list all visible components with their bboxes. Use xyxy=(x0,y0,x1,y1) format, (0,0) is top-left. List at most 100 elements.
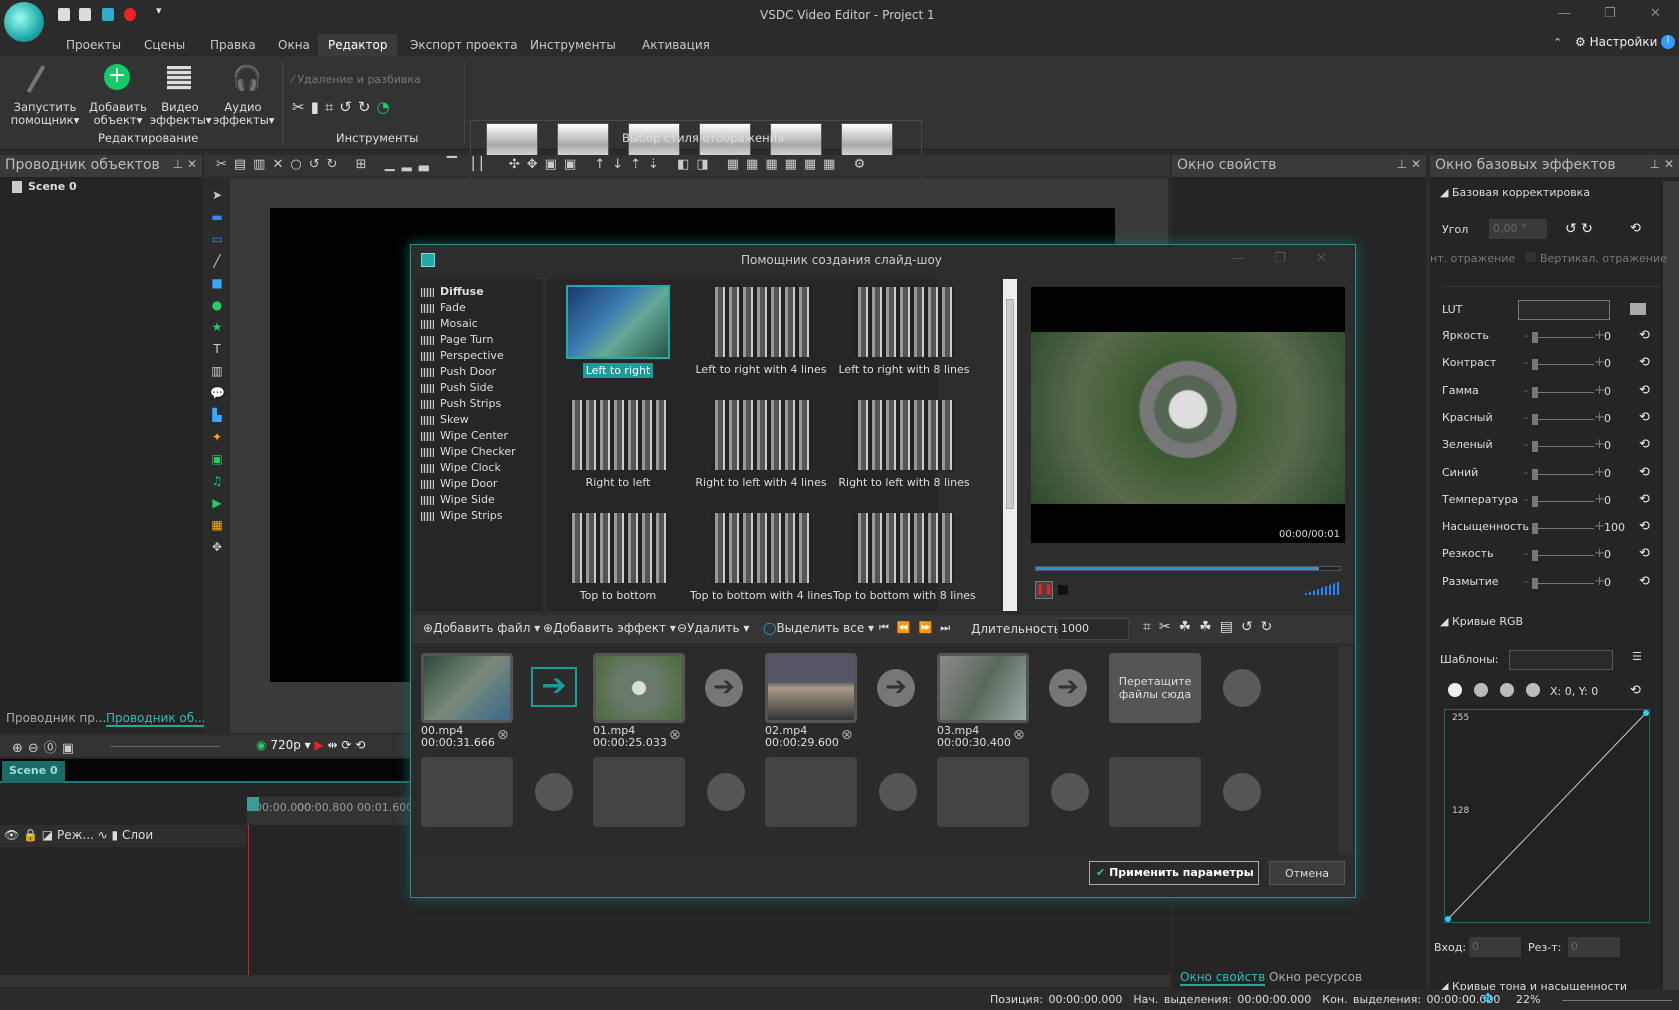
maximize-button[interactable]: ❐ xyxy=(1604,6,1616,21)
tools-icons[interactable]: ✂▮⌗↺↻◔ xyxy=(292,98,396,116)
cut-split-button[interactable]: ⁄ Удаление и разбивка xyxy=(292,73,421,86)
slider-handle[interactable] xyxy=(1532,577,1538,589)
save-icon[interactable] xyxy=(102,8,114,21)
menu-tab[interactable]: Правка xyxy=(200,34,266,56)
select-all-button[interactable]: ◯Выделить все ▾ xyxy=(763,621,874,635)
reset-angle-icon[interactable]: ⟲ xyxy=(1630,221,1641,236)
reset-icon[interactable]: ⟲ xyxy=(1639,465,1650,480)
effects-scrollbar[interactable] xyxy=(1663,181,1679,991)
scene-tab[interactable]: Scene 0 xyxy=(2,761,65,783)
add-object-button[interactable]: Добавить объект▾ xyxy=(88,101,148,127)
menu-tab[interactable]: Окна xyxy=(268,34,320,56)
tree-item-scene[interactable]: Scene 0 xyxy=(12,180,77,193)
slider-handle[interactable] xyxy=(1532,523,1538,535)
curve-channel-red[interactable] xyxy=(1474,683,1488,697)
transition-item[interactable]: Wipe Side xyxy=(421,493,495,509)
curve-channel-rgb[interactable] xyxy=(1448,683,1462,697)
curve-point[interactable] xyxy=(1643,710,1649,716)
pin-close-icons[interactable]: ⊥ ✕ xyxy=(1397,157,1421,171)
slider-handle[interactable] xyxy=(1532,413,1538,425)
empty-clip-slot[interactable] xyxy=(1109,757,1201,827)
transition-item[interactable]: Wipe Clock xyxy=(421,461,501,477)
tab-resources[interactable]: Окно ресурсов xyxy=(1269,970,1362,984)
transition-selected-arrow-icon[interactable]: ➔ xyxy=(531,667,577,707)
effect-grid-scrollbar[interactable] xyxy=(1003,279,1017,611)
tab-project-explorer[interactable]: Проводник пр... xyxy=(6,711,106,725)
slider-handle[interactable] xyxy=(1532,495,1538,507)
rotate-right-icon[interactable]: ↻ xyxy=(358,98,377,116)
input-field[interactable]: 0 xyxy=(1469,937,1521,957)
zoom-controls[interactable]: ⊕⊖⓪▣ xyxy=(12,737,79,756)
curve-channel-blue[interactable] xyxy=(1526,683,1540,697)
transition-arrow-icon[interactable]: ➔ xyxy=(705,669,743,707)
minus-icon[interactable]: - xyxy=(1524,547,1528,560)
collapse-ribbon-icon[interactable]: ⌃ xyxy=(1553,36,1562,49)
video-effects-button[interactable]: Видео эффекты▾ xyxy=(150,101,212,127)
delete-button[interactable]: ⊖Удалить ▾ xyxy=(677,621,749,635)
folder-icon[interactable] xyxy=(1630,303,1646,315)
curve-channel-green[interactable] xyxy=(1500,683,1514,697)
reset-icon[interactable]: ⟲ xyxy=(1639,355,1650,370)
rotate-90-icons[interactable]: ↺ ↻ xyxy=(1565,221,1593,237)
clip-thumbnail[interactable] xyxy=(937,653,1029,723)
effect-cell[interactable]: Left to right with 8 lines xyxy=(833,287,975,399)
remove-clip-icon[interactable]: ⊗ xyxy=(1013,727,1025,743)
layer-header-icons[interactable]: 👁 🔒 ◪ Реж... ∿ ▮ Слои xyxy=(4,828,153,842)
empty-clip-slot[interactable] xyxy=(593,757,685,827)
drawing-tool-icons[interactable]: ➤ ▬ ▭ ╱ ■ ● ★ T ▥ 💬 ▙ ✦ ▣ ♫ ▶ ▦ ✥ xyxy=(210,184,225,558)
transition-item[interactable]: Push Strips xyxy=(421,397,501,413)
preview-progress-bar[interactable] xyxy=(1035,566,1341,571)
reset-icon[interactable]: ⟲ xyxy=(1639,574,1650,589)
horizontal-flip-checkbox[interactable]: нт. отражение xyxy=(1430,252,1515,265)
slider-track[interactable] xyxy=(1532,413,1594,425)
transition-item[interactable]: Wipe Strips xyxy=(421,509,503,525)
transition-item[interactable]: Push Side xyxy=(421,381,493,397)
transition-item[interactable]: Mosaic xyxy=(421,317,478,333)
slider-track[interactable] xyxy=(1532,332,1594,343)
minus-icon[interactable]: - xyxy=(1524,384,1528,397)
menu-tab[interactable]: Проекты xyxy=(56,34,131,56)
slider-track[interactable] xyxy=(1532,359,1594,371)
cancel-button[interactable]: Отмена xyxy=(1269,861,1345,885)
menu-tab[interactable]: Экспорт проекта xyxy=(400,34,528,56)
new-project-icon[interactable] xyxy=(58,8,70,21)
effect-cell[interactable]: Right to left with 4 lines xyxy=(690,400,832,512)
slider-track[interactable] xyxy=(1532,577,1594,589)
transition-item[interactable]: Page Turn xyxy=(421,333,493,349)
effect-cell[interactable]: Right to left xyxy=(547,400,689,512)
slider-track[interactable] xyxy=(1532,386,1594,398)
tab-object-explorer[interactable]: Проводник об... xyxy=(106,711,206,727)
reset-icon[interactable]: ⟲ xyxy=(1639,546,1650,561)
menu-tab[interactable]: Редактор xyxy=(318,34,398,56)
reset-icon[interactable]: ⟲ xyxy=(1639,437,1650,452)
settings-button[interactable]: ⚙ Настройки xyxy=(1575,35,1657,49)
lut-select[interactable] xyxy=(1518,300,1610,320)
transition-arrow-icon[interactable]: ➔ xyxy=(1049,669,1087,707)
minus-icon[interactable]: - xyxy=(1524,520,1528,533)
audio-effects-button[interactable]: Аудио эффекты▾ xyxy=(213,101,275,127)
wizard-button[interactable]: Запустить помощник▾ xyxy=(6,101,84,127)
slider-track[interactable] xyxy=(1532,441,1594,453)
duration-input[interactable]: 1000 xyxy=(1057,618,1129,640)
trim-icon[interactable]: ▮ xyxy=(311,98,325,116)
add-effect-button[interactable]: ⊕Добавить эффект ▾ xyxy=(543,621,676,635)
transition-item[interactable]: Wipe Door xyxy=(421,477,497,493)
angle-input[interactable]: 0,00 ° xyxy=(1489,219,1547,239)
minus-icon[interactable]: - xyxy=(1524,411,1528,424)
apply-button[interactable]: ✔ Применить параметры xyxy=(1089,861,1259,885)
clip-thumbnail[interactable] xyxy=(765,653,857,723)
playhead[interactable] xyxy=(247,797,259,811)
transition-item[interactable]: Fade xyxy=(421,301,466,317)
timeline-scrollbar[interactable] xyxy=(0,975,1170,987)
slider-handle[interactable] xyxy=(1532,359,1538,371)
clip-thumbnail[interactable] xyxy=(421,653,513,723)
minus-icon[interactable]: - xyxy=(1524,329,1528,342)
slider-handle[interactable] xyxy=(1532,386,1538,398)
effect-cell[interactable]: Left to right with 4 lines xyxy=(690,287,832,399)
effect-cell[interactable]: Top to bottom xyxy=(547,513,689,625)
minimize-button[interactable]: — xyxy=(1558,6,1571,21)
menu-tab[interactable]: Инструменты xyxy=(520,34,626,56)
open-icon[interactable] xyxy=(79,8,91,21)
transition-item[interactable]: Diffuse xyxy=(421,285,484,301)
clip-tool-icons[interactable]: ⌗✂☘☘▤↺↻ xyxy=(1143,619,1280,635)
